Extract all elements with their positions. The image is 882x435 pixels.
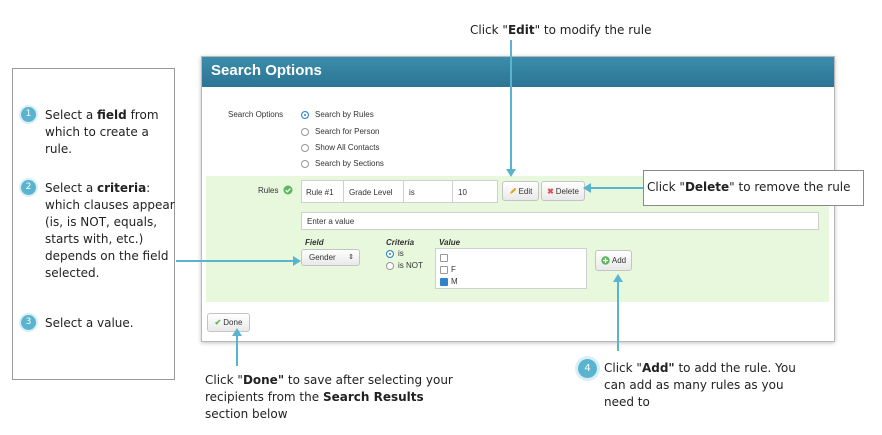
radio-search-by-rules[interactable] [301,111,309,119]
value-checkbox-m[interactable] [440,278,448,286]
edit-button[interactable]: Edit [502,181,539,201]
value-input-placeholder: Enter a value [307,217,355,226]
option-label: Search by Rules [315,110,374,119]
radio-search-by-sections[interactable] [301,160,309,168]
radio-show-all-contacts[interactable] [301,144,309,152]
option-label: Show All Contacts [315,143,380,152]
field-header: Field [305,238,324,247]
field-select-value: Gender [309,253,336,262]
select-arrows-icon: ⇕ [348,254,354,261]
rules-label: Rules [258,186,279,195]
rule-criteria-field[interactable]: is [403,180,453,203]
search-options-label: Search Options [228,110,284,119]
x-icon: ✖ [547,186,554,196]
delete-label: Delete [555,186,579,196]
add-connector-line [617,281,619,351]
radio-search-for-person[interactable] [301,128,309,136]
delete-arrow-icon [583,183,591,193]
step-1-badge: 1 [21,107,36,122]
done-label: Done [223,318,243,327]
plus-circle-icon [601,256,610,265]
pencil-icon [509,187,516,194]
value-checkbox-f[interactable] [440,266,448,274]
criteria-header: Criteria [386,238,415,247]
delete-button[interactable]: ✖ Delete [541,181,585,201]
rule-name-field[interactable]: Rule #1 [301,180,344,203]
option-label: Search for Person [315,127,380,136]
rule-value-value: 10 [458,188,467,197]
step-3-badge: 3 [21,315,36,330]
value-m-label: M [451,277,458,286]
delete-callout: Click "Delete" to remove the rule [643,170,864,206]
field-arrow-icon [293,256,301,266]
check-circle-icon [283,185,293,195]
add-label: Add [611,256,627,265]
value-f-label: F [451,265,456,274]
add-button[interactable]: Add [595,250,632,271]
instructions-panel: 1 Select a field from which to create a … [12,68,175,380]
value-list[interactable]: F M [435,248,587,289]
field-select[interactable]: Gender ⇕ [301,249,360,266]
field-connector-line [176,260,294,262]
rule-name-value: Rule #1 [306,188,334,197]
step-2-text: Select a criteria: which clauses appear … [45,181,175,280]
add-callout: Click "Add" to add the rule. You can add… [604,361,796,409]
done-connector-line [236,335,238,366]
check-icon: ✔ [214,318,222,327]
criteria-is-not-radio[interactable] [386,262,394,270]
edit-connector-line [510,40,512,170]
step-2-badge: 2 [21,180,36,195]
step-3-text: Select a value. [45,316,134,330]
edit-arrow-icon [506,169,516,177]
criteria-is-not-label: is NOT [398,261,423,270]
done-button[interactable]: ✔ Done [207,313,250,332]
done-callout: Click "Done" to save after selecting you… [205,373,453,421]
edit-callout: Click "Edit" to modify the rule [470,23,652,37]
value-checkbox-blank[interactable] [440,254,448,262]
step-1-text: Select a field from which to create a ru… [45,108,159,156]
option-label: Search by Sections [315,159,384,168]
edit-label: Edit [518,186,533,196]
add-arrow-icon [613,274,623,282]
panel-title: Search Options [211,62,322,79]
rule-field-value: Grade Level [349,188,393,197]
rule-value-field[interactable]: 10 [452,180,498,203]
step-4-badge: 4 [578,359,597,378]
rule-criteria-value: is [409,188,415,197]
value-input[interactable]: Enter a value [301,212,819,230]
value-header: Value [439,238,461,247]
rule-field-field[interactable]: Grade Level [343,180,404,203]
criteria-is-radio[interactable] [386,250,394,258]
delete-callout-text: Click "Delete" to remove the rule [647,180,851,194]
criteria-is-label: is [398,249,404,258]
delete-connector-line [590,187,643,189]
panel-header: Search Options [202,57,834,87]
done-arrow-icon [232,328,242,336]
